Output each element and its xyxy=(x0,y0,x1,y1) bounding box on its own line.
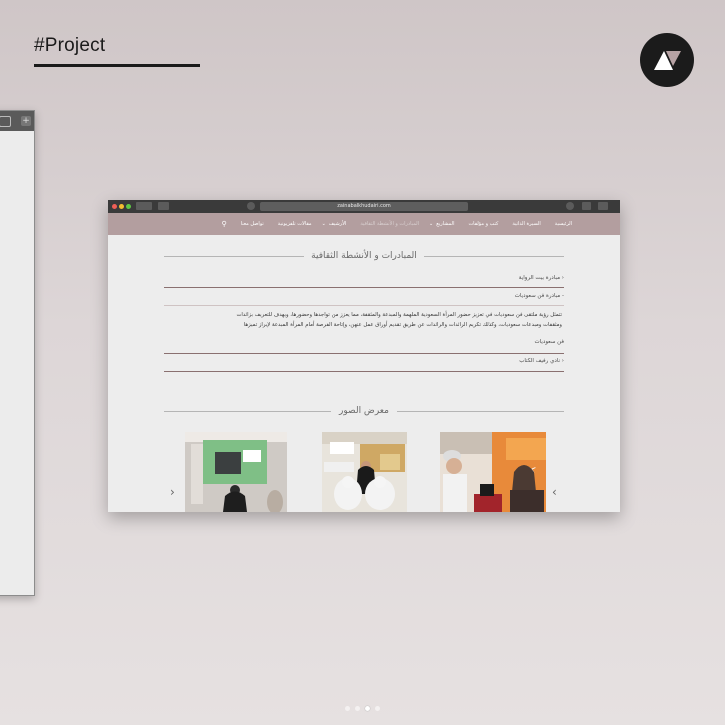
gallery-photo-award[interactable]: كلية العلوم xyxy=(440,432,546,512)
carousel-dots xyxy=(345,706,385,711)
panel-paragraph-line: تتمثل رؤية ملتقى فن سعوديات في تعزيز حضو… xyxy=(236,312,562,318)
accordion-item-saudi-art[interactable]: - مبادرة فن سعوديات xyxy=(164,293,564,299)
photo-bookstand-image xyxy=(322,432,407,512)
tabs-overview-icon[interactable] xyxy=(598,202,608,210)
nav-item[interactable]: تواصل معنا xyxy=(241,221,264,227)
panel-paragraph-line: ومثقفات ومبدعات سعوديات، وكذلك تكريم الر… xyxy=(243,322,562,328)
minimize-window-dot[interactable] xyxy=(119,204,124,209)
accordion-chevron-icon: ‹ xyxy=(560,358,564,364)
zoom-window-dot[interactable] xyxy=(126,204,131,209)
accordion-divider xyxy=(164,371,564,372)
tabs-icon xyxy=(0,116,11,127)
nav-item[interactable]: المبادرات و الأنشطة الثقافية xyxy=(360,221,419,227)
accordion-divider xyxy=(164,305,564,306)
accordion-label: مبادرة بيت الرواية xyxy=(518,275,561,281)
chevron-down-icon: ⌄ xyxy=(429,221,434,227)
gallery-photo-presentation[interactable] xyxy=(185,432,287,512)
site-nav: الرئيسية السيرة الذاتية كتب و مؤلفات المشار… xyxy=(222,213,572,235)
nav-item[interactable]: الرئيسية xyxy=(555,221,572,227)
project-title: #Project xyxy=(34,35,106,56)
accordion-divider xyxy=(164,353,564,354)
new-tab-icon: + xyxy=(21,116,31,126)
share-icon[interactable] xyxy=(582,202,591,210)
initiatives-title: المبادرات و الأنشطة الثقافية xyxy=(311,251,417,261)
back-forward-buttons[interactable] xyxy=(136,202,152,210)
gallery-title: معرض الصور xyxy=(339,406,389,416)
photo-award-image: كلية العلوم xyxy=(440,432,546,512)
triangle-logo-icon xyxy=(654,51,681,70)
address-bar[interactable]: zainabalkhudairi.com xyxy=(260,202,468,211)
close-window-dot[interactable] xyxy=(112,204,117,209)
carousel-dot[interactable] xyxy=(365,706,370,711)
accordion-label: مبادرة فن سعوديات xyxy=(514,293,561,299)
browser-toolbar: zainabalkhudairi.com xyxy=(108,200,620,213)
accordion-item-book-club[interactable]: ‹ نادي رفيف الكتاب xyxy=(164,358,564,364)
site-nav-bar: الرئيسية السيرة الذاتية كتب و مؤلفات المشار… xyxy=(108,213,620,235)
nav-item[interactable]: المشاريع xyxy=(436,221,454,227)
heading-rule-left xyxy=(164,256,304,257)
heading-rule-left xyxy=(164,411,331,412)
accordion-item-novel-house[interactable]: ‹ مبادرة بيت الرواية xyxy=(164,275,564,281)
panel-subheading-label: فن سعوديات xyxy=(534,339,564,345)
heading-rule-right xyxy=(397,411,564,412)
carousel-dot[interactable] xyxy=(355,706,360,711)
title-underline xyxy=(34,64,200,67)
sidebar-toggle-icon[interactable] xyxy=(158,202,169,210)
search-icon[interactable]: ⚲ xyxy=(222,220,227,228)
background-browser-window: + xyxy=(0,110,35,596)
gallery-prev-arrow[interactable]: ‹ xyxy=(170,485,175,499)
nav-item[interactable]: مقالات تلفزيونية xyxy=(278,221,312,227)
carousel-dot[interactable] xyxy=(345,706,350,711)
panel-subheading: فن سعوديات xyxy=(164,339,564,345)
brand-logo[interactable] xyxy=(640,33,694,87)
browser-window: zainabalkhudairi.com الرئيسية السيرة الذا… xyxy=(108,200,620,512)
download-icon[interactable] xyxy=(566,202,574,210)
gallery-photo-bookstand[interactable] xyxy=(322,432,407,512)
privacy-icon[interactable] xyxy=(247,202,255,210)
gallery-heading: معرض الصور xyxy=(164,406,564,416)
gallery-next-arrow[interactable]: › xyxy=(552,485,557,499)
side-window-toolbar: + xyxy=(0,111,34,131)
accordion-expanded-icon: - xyxy=(560,293,564,299)
initiatives-heading: المبادرات و الأنشطة الثقافية xyxy=(164,251,564,261)
heading-rule-right xyxy=(424,256,564,257)
nav-item[interactable]: الأرشيف xyxy=(329,221,347,227)
nav-item[interactable]: السيرة الذاتية xyxy=(512,221,540,227)
accordion-label: نادي رفيف الكتاب xyxy=(519,358,561,364)
accordion-chevron-icon: ‹ xyxy=(560,275,564,281)
page-content: المبادرات و الأنشطة الثقافية ‹ مبادرة بي… xyxy=(108,235,620,512)
nav-item[interactable]: كتب و مؤلفات xyxy=(468,221,498,227)
accordion-divider xyxy=(164,287,564,288)
photo-presentation-image xyxy=(185,432,287,512)
chevron-down-icon: ⌄ xyxy=(321,221,326,227)
accordion-panel-text: تتمثل رؤية ملتقى فن سعوديات في تعزيز حضو… xyxy=(182,310,562,330)
carousel-dot[interactable] xyxy=(375,706,380,711)
